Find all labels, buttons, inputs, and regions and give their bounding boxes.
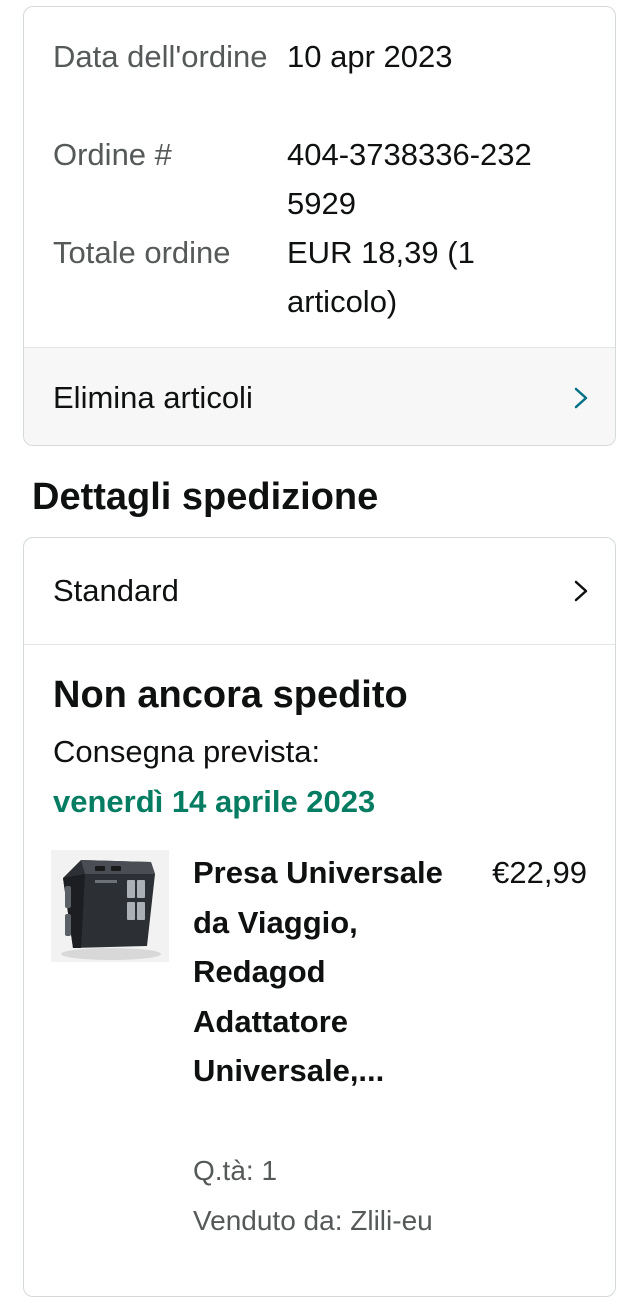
delete-items-button[interactable]: Elimina articoli — [24, 347, 615, 445]
chevron-right-icon — [574, 387, 588, 408]
expected-delivery-label: Consegna prevista: — [53, 734, 321, 769]
order-date-label: Data dell'ordine — [53, 39, 268, 74]
product-price: €22,99 — [492, 855, 587, 890]
order-summary-card: Data dell'ordine 10 apr 2023 Ordine # 40… — [23, 6, 616, 446]
order-number-label: Ordine # — [53, 137, 172, 172]
travel-adapter-image[interactable] — [51, 850, 169, 962]
shipping-details-title: Dettagli spedizione — [32, 476, 379, 518]
order-number-value: 404-3738336-2325929 — [287, 137, 532, 221]
order-total-value: EUR 18,39 (1 articolo) — [287, 235, 475, 319]
shipping-method-label: Standard — [53, 573, 179, 608]
expected-delivery-date: venerdì 14 aprile 2023 — [53, 784, 376, 819]
product-title-link[interactable]: Presa Universale da Viaggio, Redagod Ada… — [193, 848, 453, 1096]
order-date-value: 10 apr 2023 — [287, 39, 453, 74]
shipping-details-card: Standard Non ancora spedito Consegna pre… — [23, 537, 616, 1297]
shipment-status-title: Non ancora spedito — [53, 674, 408, 716]
product-quantity: Q.tà: 1 — [193, 1155, 278, 1186]
delete-items-label: Elimina articoli — [53, 379, 253, 415]
product-seller: Venduto da: Zlili-eu — [193, 1205, 433, 1236]
shipping-method-button[interactable]: Standard — [24, 538, 615, 645]
order-total-label: Totale ordine — [53, 235, 231, 270]
chevron-right-icon — [574, 580, 588, 602]
